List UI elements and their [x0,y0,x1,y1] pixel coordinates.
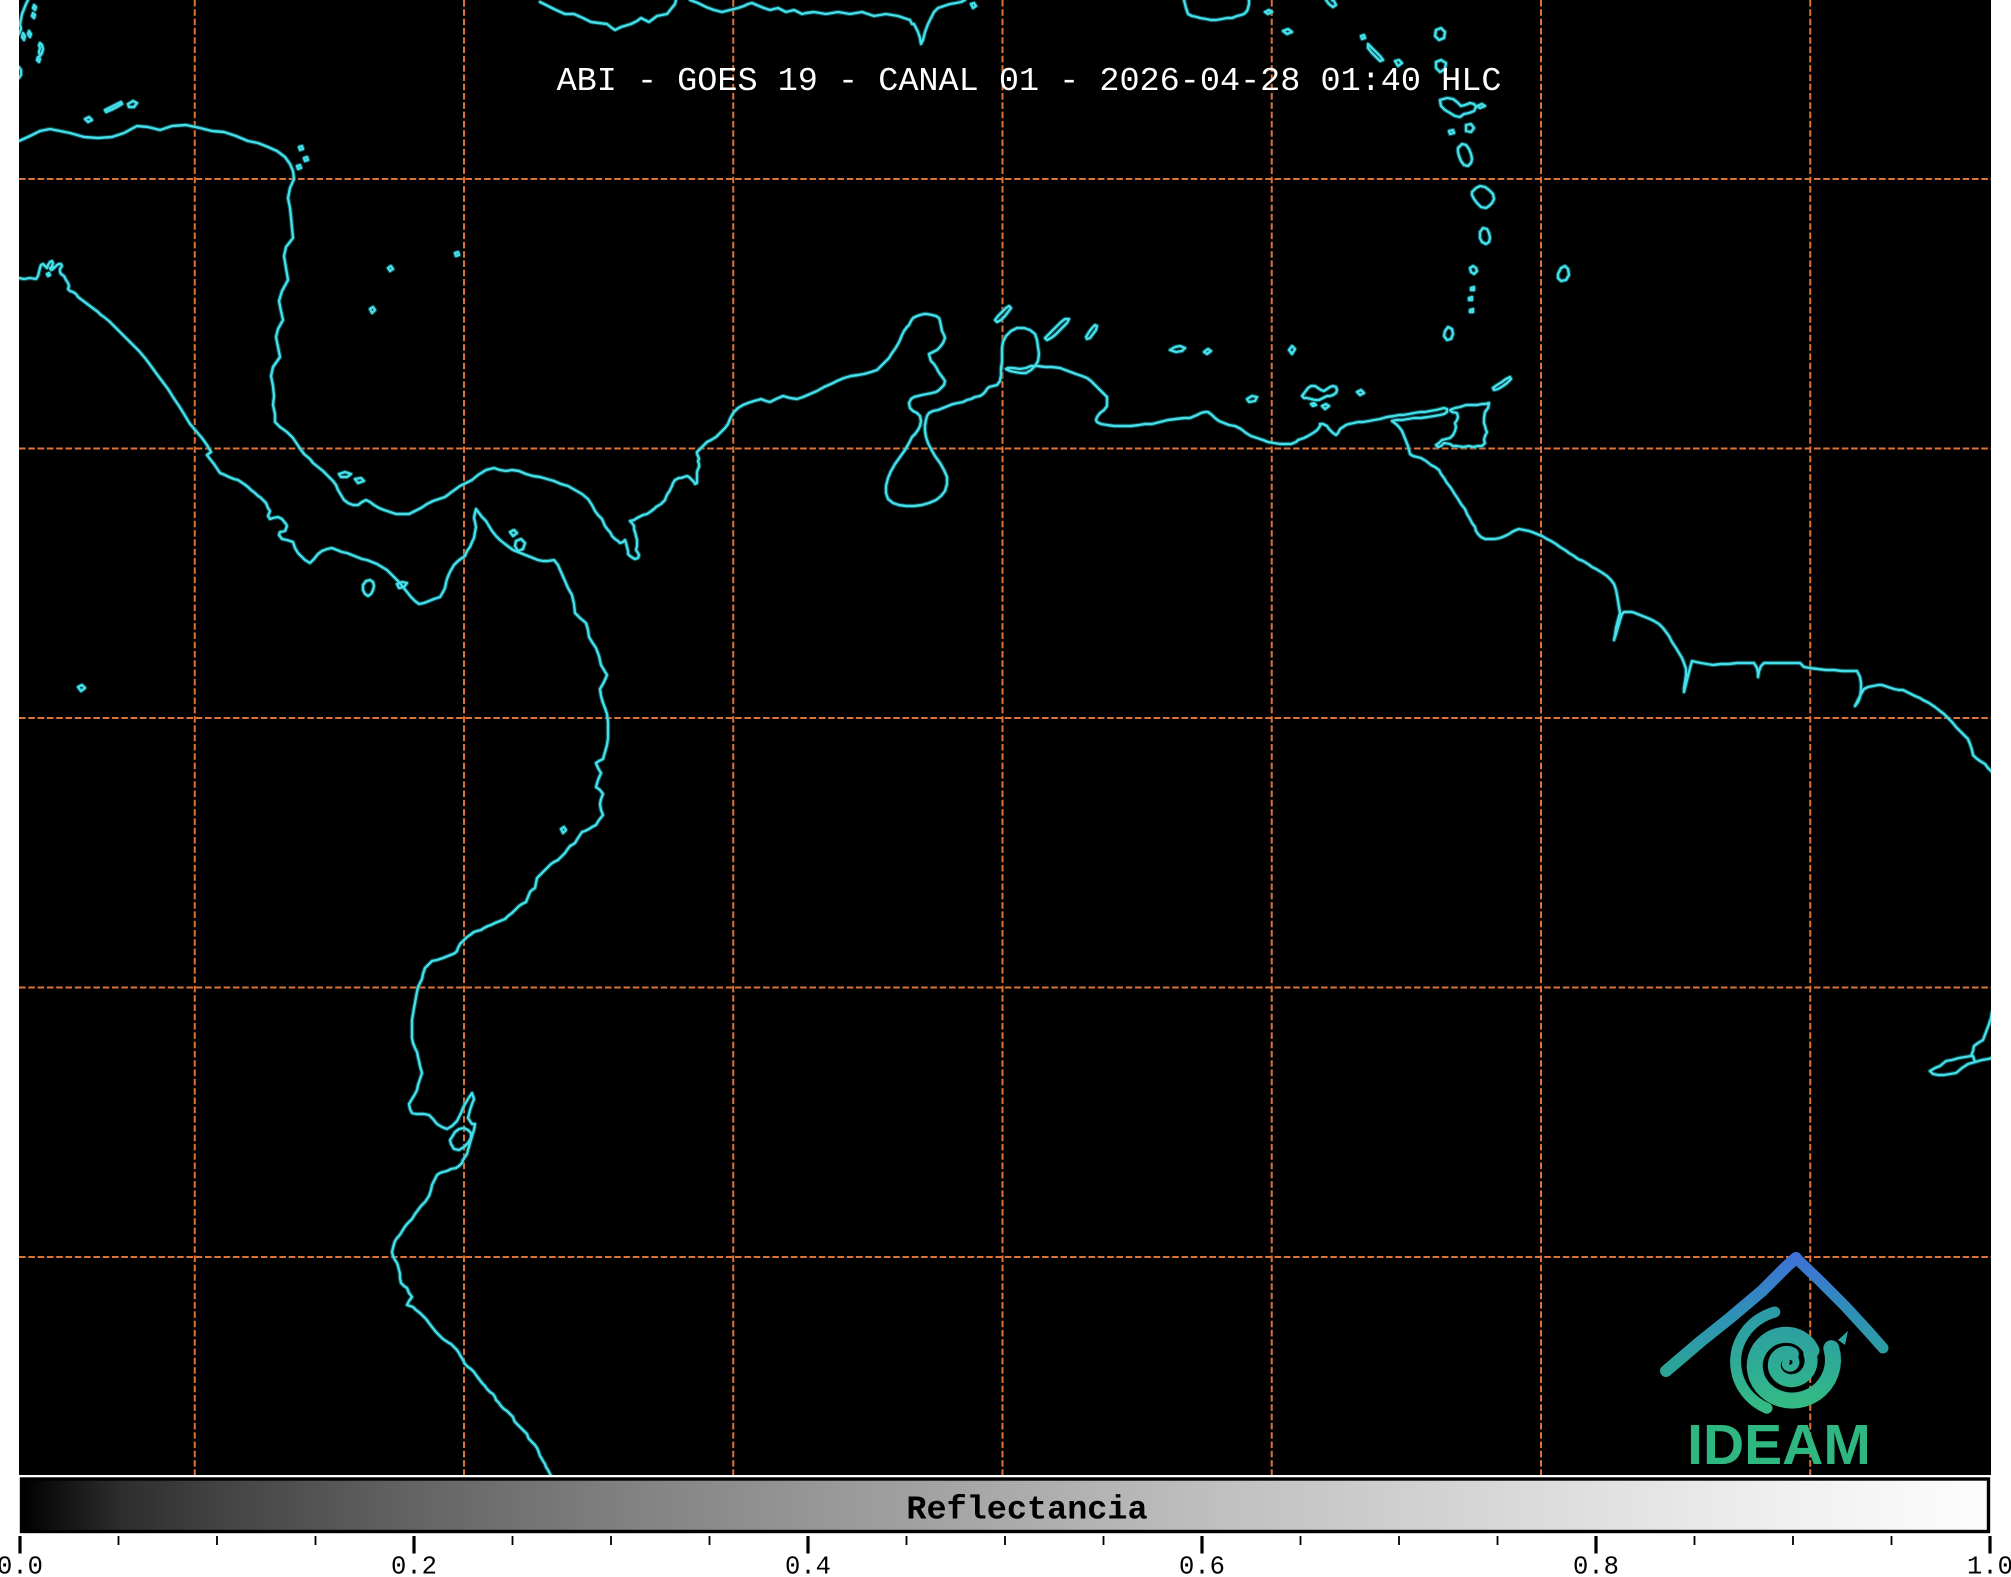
svg-text:0.0: 0.0 [0,1553,43,1577]
svg-text:1.0: 1.0 [1967,1553,2011,1577]
svg-text:0.2: 0.2 [391,1553,437,1577]
svg-text:0.6: 0.6 [1179,1553,1225,1577]
svg-text:IDEAM: IDEAM [1687,1413,1871,1477]
svg-text:ABI - GOES 19 - CANAL 01 - 202: ABI - GOES 19 - CANAL 01 - 2026-04-28 01… [557,63,1502,101]
svg-text:Reflectancia: Reflectancia [906,1492,1147,1530]
svg-text:0.8: 0.8 [1573,1553,1619,1577]
svg-text:0.4: 0.4 [785,1553,831,1577]
